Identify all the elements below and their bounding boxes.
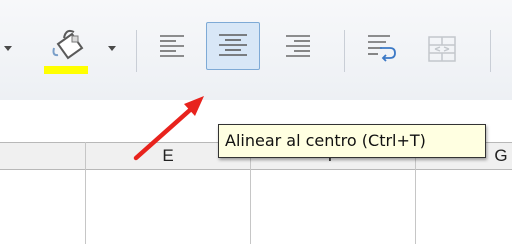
toolbar-separator bbox=[344, 30, 345, 72]
chevron-down-icon bbox=[108, 46, 116, 51]
chevron-down-icon bbox=[4, 46, 12, 51]
merge-cells-icon bbox=[428, 36, 456, 62]
cell-g[interactable] bbox=[416, 170, 512, 244]
align-center-button[interactable] bbox=[206, 22, 260, 70]
fill-color-dropdown-button[interactable] bbox=[104, 38, 120, 58]
wrap-text-button[interactable] bbox=[356, 22, 402, 70]
align-right-icon bbox=[286, 35, 310, 57]
wrap-text-icon bbox=[368, 35, 396, 62]
fill-color-button[interactable] bbox=[44, 22, 96, 78]
align-center-icon bbox=[219, 34, 247, 56]
align-right-button[interactable] bbox=[274, 22, 320, 70]
cell-f[interactable] bbox=[251, 170, 415, 244]
toolbar-separator bbox=[136, 30, 137, 72]
cell-e[interactable] bbox=[86, 170, 250, 244]
spreadsheet-grid: E F G bbox=[0, 100, 512, 244]
merge-cells-button[interactable] bbox=[416, 22, 462, 70]
tooltip: Alinear al centro (Ctrl+T) bbox=[218, 124, 486, 158]
paint-bucket-icon bbox=[44, 29, 88, 74]
previous-dropdown-button[interactable] bbox=[2, 38, 18, 58]
formatting-toolbar bbox=[0, 0, 512, 100]
toolbar-separator bbox=[490, 30, 491, 72]
align-left-icon bbox=[160, 35, 184, 57]
align-left-button[interactable] bbox=[148, 22, 194, 70]
